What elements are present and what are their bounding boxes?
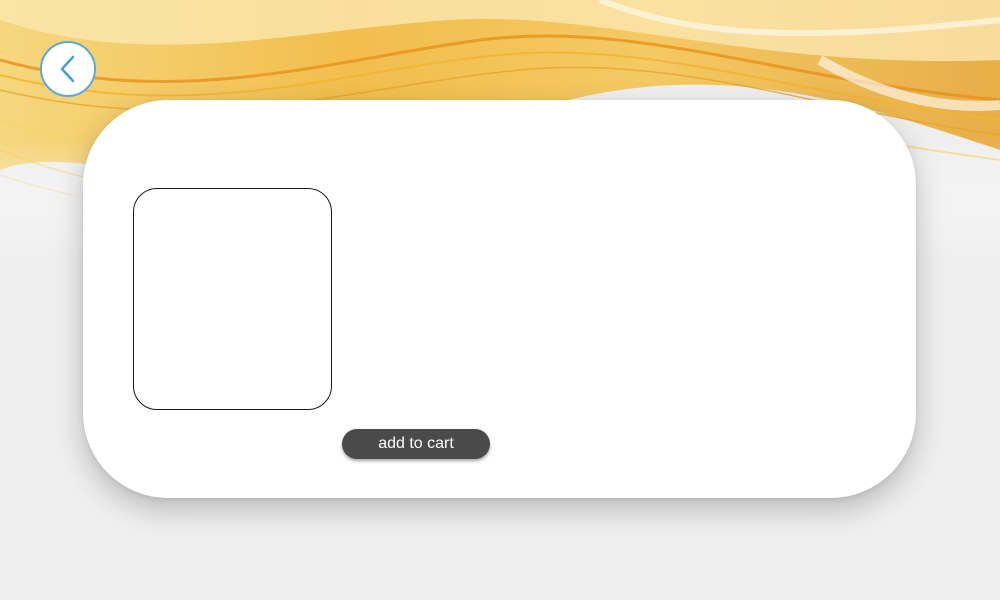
product-screen: add to cart: [0, 0, 1000, 600]
product-image-placeholder: [133, 188, 332, 410]
product-card: add to cart: [83, 100, 916, 498]
chevron-left-icon: [60, 55, 75, 83]
add-to-cart-button[interactable]: add to cart: [342, 429, 490, 459]
back-button[interactable]: [40, 41, 96, 97]
